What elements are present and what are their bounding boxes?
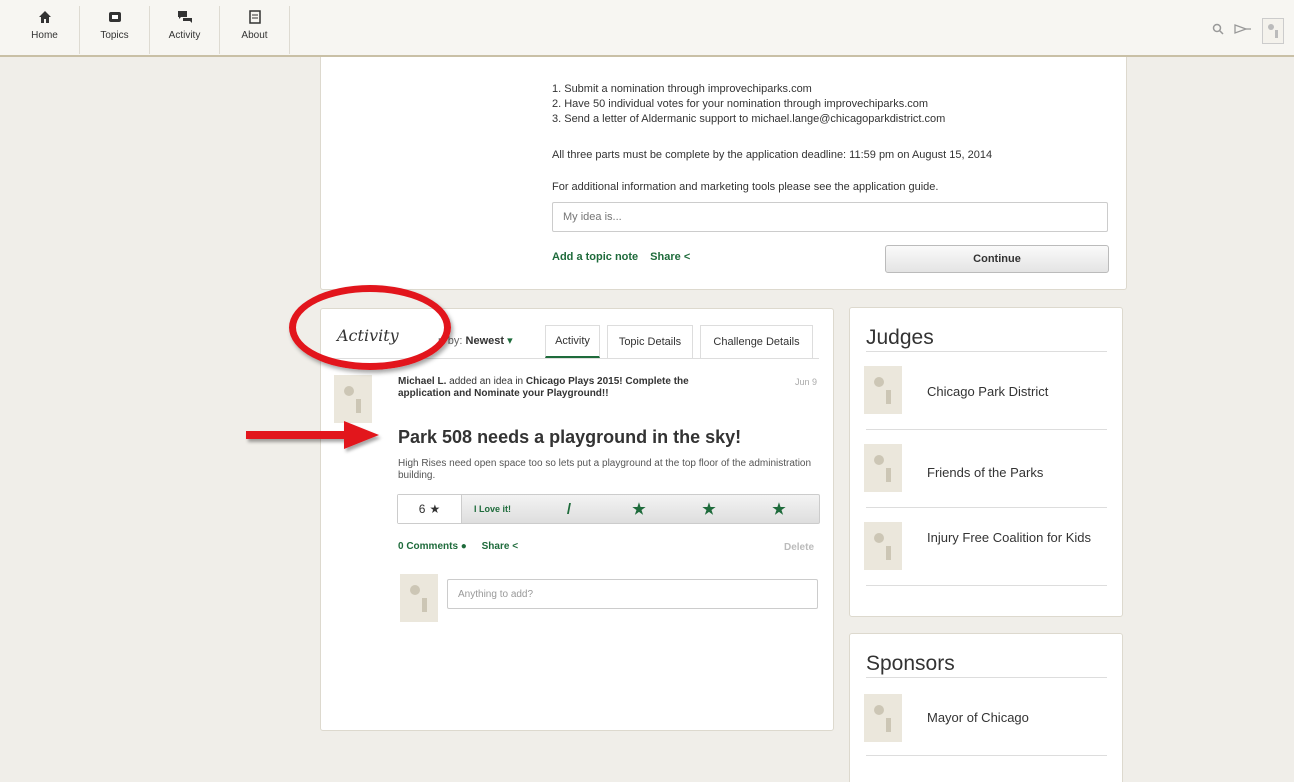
step-2: 2. Have 50 individual votes for your nom… xyxy=(552,98,929,110)
item-share-label: Share xyxy=(481,541,510,552)
about-icon xyxy=(220,6,289,28)
comment-input[interactable]: Anything to add? xyxy=(447,579,818,609)
sponsors-divider xyxy=(866,755,1107,756)
star-icon[interactable]: ★ xyxy=(604,500,674,518)
star-icon[interactable]: ★ xyxy=(744,500,814,518)
chevron-down-icon: ▾ xyxy=(507,335,513,347)
commenter-avatar xyxy=(400,574,438,622)
annotation-oval xyxy=(289,285,451,370)
sponsors-card: Sponsors Mayor of Chicago xyxy=(849,633,1123,782)
feed-actions: 0 Comments ● Share < xyxy=(398,541,518,552)
step-1: 1. Submit a nomination through improvech… xyxy=(552,83,812,95)
activity-card: Activity rt by: Newest ▾ Activity Topic … xyxy=(320,308,834,731)
feed-author[interactable]: Michael L. xyxy=(398,376,446,387)
star-icon: ★ xyxy=(429,502,441,516)
nav-activity[interactable]: Activity xyxy=(150,6,220,54)
user-avatar-icon[interactable] xyxy=(1262,18,1284,44)
tab-topic-details[interactable]: Topic Details xyxy=(607,325,693,358)
top-right-tools xyxy=(1212,18,1284,44)
share-icon: < xyxy=(512,541,519,552)
comments-link[interactable]: 0 Comments ● xyxy=(398,541,467,552)
nav-topics[interactable]: Topics xyxy=(80,6,150,54)
judge-name[interactable]: Chicago Park District xyxy=(927,384,1107,400)
feed-item-header: Michael L. added an idea in Chicago Play… xyxy=(398,376,698,400)
comment-icon: ● xyxy=(460,541,467,552)
item-share-link[interactable]: Share < xyxy=(482,541,518,552)
delete-link[interactable]: Delete xyxy=(784,542,814,553)
idea-description: High Rises need open space too so lets p… xyxy=(398,458,812,481)
feed-action: added an idea in xyxy=(449,376,524,387)
comments-label: 0 Comments xyxy=(398,541,459,552)
home-icon xyxy=(10,6,79,28)
megaphone-icon[interactable] xyxy=(1234,22,1252,41)
topic-actions: Add a topic note Share < xyxy=(552,251,690,263)
judges-divider xyxy=(866,585,1107,586)
vote-count-box: 6 ★ xyxy=(398,495,462,523)
sponsor-avatar[interactable] xyxy=(864,694,902,742)
nav-home[interactable]: Home xyxy=(10,6,80,54)
top-nav-bar: Home Topics Activity About xyxy=(0,0,1294,57)
continue-button[interactable]: Continue xyxy=(885,245,1109,273)
slash-icon[interactable]: / xyxy=(534,501,604,518)
judge-avatar[interactable] xyxy=(864,366,902,414)
nav-about-label: About xyxy=(241,30,268,41)
nav-home-label: Home xyxy=(31,30,58,41)
judge-avatar[interactable] xyxy=(864,522,902,570)
judges-divider xyxy=(866,507,1107,508)
feed-date: Jun 9 xyxy=(794,377,817,387)
vote-bar: 6 ★ I Love it! / ★ ★ ★ xyxy=(397,494,820,524)
deadline-text: All three parts must be complete by the … xyxy=(552,149,993,161)
idea-input[interactable] xyxy=(552,202,1108,232)
nav-topics-label: Topics xyxy=(100,30,129,41)
sponsors-divider xyxy=(866,677,1107,678)
star-icon[interactable]: ★ xyxy=(674,500,744,518)
add-topic-note-link[interactable]: Add a topic note xyxy=(552,251,638,263)
nav-about[interactable]: About xyxy=(220,6,290,54)
share-icon: < xyxy=(683,251,691,263)
tab-activity[interactable]: Activity xyxy=(545,325,600,358)
tab-challenge-details[interactable]: Challenge Details xyxy=(700,325,813,358)
annotation-arrow xyxy=(246,421,379,449)
topic-share-label: Share xyxy=(650,251,681,263)
sponsors-title: Sponsors xyxy=(866,652,955,675)
activity-icon xyxy=(150,6,219,28)
sort-value: Newest xyxy=(465,335,505,347)
search-icon[interactable] xyxy=(1212,22,1224,40)
judge-avatar[interactable] xyxy=(864,444,902,492)
author-avatar[interactable] xyxy=(334,375,372,423)
vote-label[interactable]: I Love it! xyxy=(474,504,534,514)
topics-icon xyxy=(80,6,149,28)
info-text: For additional information and marketing… xyxy=(552,181,939,193)
topic-share-link[interactable]: Share < xyxy=(650,251,690,263)
judges-divider xyxy=(866,429,1107,430)
steps-list: 1. Submit a nomination through improvech… xyxy=(552,82,945,127)
topic-card: 1. Submit a nomination through improvech… xyxy=(320,57,1127,290)
sponsor-name[interactable]: Mayor of Chicago xyxy=(927,710,1107,726)
judges-title: Judges xyxy=(866,326,934,349)
judges-card: Judges Chicago Park District Friends of … xyxy=(849,307,1123,617)
judge-name[interactable]: Injury Free Coalition for Kids xyxy=(927,530,1107,546)
step-3: 3. Send a letter of Aldermanic support t… xyxy=(552,113,946,125)
vote-count: 6 xyxy=(418,502,426,516)
judge-name[interactable]: Friends of the Parks xyxy=(927,465,1107,481)
idea-title[interactable]: Park 508 needs a playground in the sky! xyxy=(398,427,741,448)
judges-divider xyxy=(866,351,1107,352)
nav-activity-label: Activity xyxy=(168,30,201,41)
